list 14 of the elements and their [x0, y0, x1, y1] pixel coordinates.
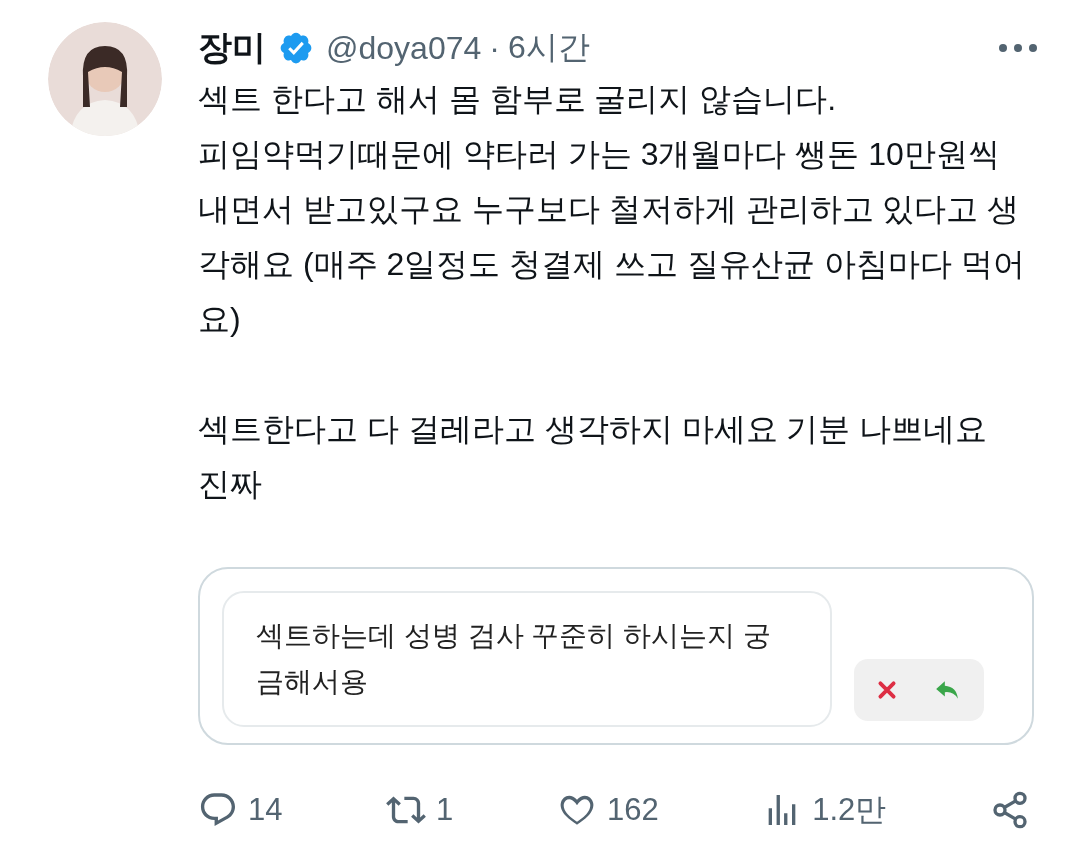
tweet-text: 섹트한다고 다 걸레라고 생각하지 마세요 기분 나쁘네요 진짜	[198, 410, 989, 504]
author-name[interactable]: 장미	[198, 25, 266, 71]
author-handle[interactable]: @doya074	[326, 29, 482, 67]
more-icon[interactable]	[998, 43, 1038, 53]
action-count: 14	[248, 792, 283, 828]
action-count: 162	[606, 792, 659, 828]
message-text: 섹트하는데 성병 검사 꾸준히 하시는지 궁금해서용	[256, 619, 772, 699]
close-icon[interactable]	[876, 679, 898, 701]
avatar[interactable]	[48, 22, 162, 136]
separator: ·	[489, 29, 500, 67]
action-count: 1	[436, 792, 454, 828]
action-count: 1.2만	[812, 791, 887, 829]
post-time[interactable]: 6시간	[507, 26, 590, 70]
tweet-text: 섹트 한다고 해서 몸 함부로 굴리지 않습니다. 피임약먹기때문에 약타러 가는 3개월마다 쌩돈 10만원씩 내면서 받고있구요 누구보다 철저하게 관리하고 있다고 생각해요 (매주 2일정도 청결제 쓰고 질유산균 아침마다 먹어요)	[198, 80, 1026, 339]
